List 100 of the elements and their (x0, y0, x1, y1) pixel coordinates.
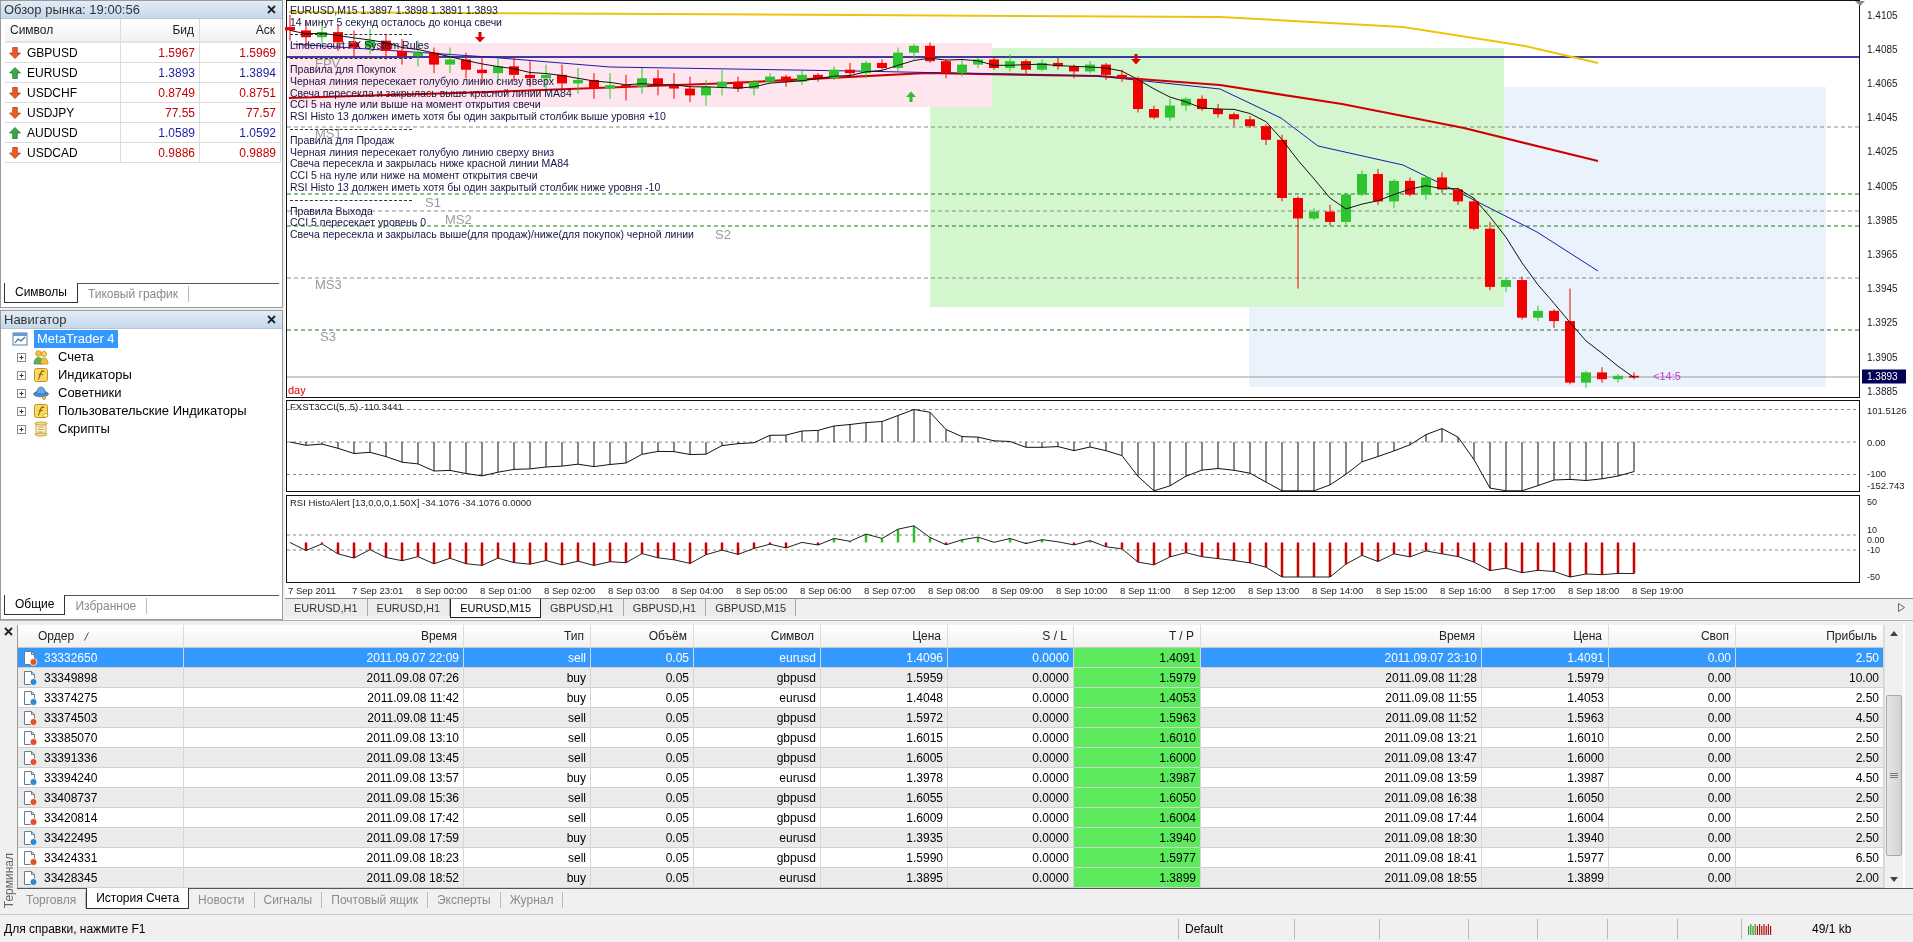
panel-tab[interactable]: История Счета (86, 888, 190, 909)
chart-tab[interactable]: GBPUSD,H1 (623, 599, 707, 616)
symbol-name[interactable]: USDJPY (27, 105, 75, 120)
table-row[interactable]: 33374275 2011.09.08 11:42 buy 0.05 eurusd 1.4048 0.0000 1.4053 2011.09.08 11:55 1.4053 0.00 2.50 (18, 688, 1884, 708)
falling-candle (557, 64, 567, 91)
table-row[interactable]: 33394240 2011.09.08 13:57 buy 0.05 eurusd 1.3978 0.0000 1.3987 2011.09.08 13:59 1.3987 0.00 4.50 (18, 768, 1884, 788)
symbol-name[interactable]: EURUSD (27, 65, 78, 80)
expand-icon[interactable] (17, 388, 26, 398)
falling-candle (621, 74, 631, 101)
column-header[interactable]: Время (1201, 625, 1482, 648)
people-icon (33, 349, 49, 365)
close-icon[interactable] (267, 5, 276, 14)
column-header[interactable]: Время (184, 625, 464, 648)
document-icon (22, 669, 38, 686)
column-header[interactable]: Аск (200, 19, 281, 43)
take-profit: 1.4091 (1074, 648, 1201, 668)
status-profile: Default (1185, 921, 1224, 936)
table-row[interactable]: 33349898 2011.09.08 07:26 buy 0.05 gbpusd 1.5959 0.0000 1.5979 2011.09.08 11:28 1.5979 0.00 10.00 (18, 668, 1884, 688)
panel-tab[interactable]: Символы (4, 283, 78, 303)
order-number: 33391336 (44, 750, 98, 765)
falling-candle (1069, 64, 1079, 79)
rising-candle (1421, 175, 1431, 201)
column-header[interactable]: Прибыль (1736, 625, 1884, 648)
tree-item[interactable]: Индикаторы (55, 366, 135, 384)
column-header[interactable]: Символ (5, 19, 121, 43)
rising-candle (605, 72, 615, 100)
tree-item[interactable]: Скрипты (55, 420, 113, 438)
panel-title: Терминал (1, 852, 16, 908)
level-label: MS3 (315, 277, 342, 292)
chart-tab[interactable]: EURUSD,M15 (450, 599, 542, 618)
scrollbar-track[interactable] (1884, 625, 1903, 888)
table-row[interactable]: 33391336 2011.09.08 13:45 sell 0.05 gbpusd 1.6005 0.0000 1.6000 2011.09.08 13:47 1.6000 0.00 2.50 (18, 748, 1884, 768)
expand-icon[interactable] (17, 370, 26, 380)
expand-icon[interactable] (17, 352, 26, 362)
table-row[interactable]: 33408737 2011.09.08 15:36 sell 0.05 gbpusd 1.6055 0.0000 1.6050 2011.09.08 16:38 1.6050 0.00 2.50 (18, 788, 1884, 808)
close-icon[interactable] (267, 315, 276, 324)
document-icon (22, 809, 38, 826)
chart-note: Свеча пересекла и закрылась ниже красной линии MA84 (290, 158, 569, 171)
table-row[interactable]: 33422495 2011.09.08 17:59 buy 0.05 eurusd 1.3935 0.0000 1.3940 2011.09.08 18:30 1.3940 0.00 2.50 (18, 828, 1884, 848)
falling-candle (1229, 111, 1239, 127)
falling-candle (685, 76, 695, 103)
take-profit: 1.5977 (1074, 848, 1201, 868)
table-row[interactable]: 33420814 2011.09.08 17:42 sell 0.05 gbpusd 1.6009 0.0000 1.6004 2011.09.08 17:44 1.6004 0.00 2.50 (18, 808, 1884, 828)
falling-candle (589, 72, 599, 100)
symbol-name[interactable]: USDCAD (27, 145, 78, 160)
bid-price: 1.3893 (121, 63, 200, 83)
panel-tab[interactable]: Общие (4, 595, 66, 615)
tree-item[interactable]: Пользовательские Индикаторы (55, 402, 250, 420)
table-row[interactable]: 33424331 2011.09.08 18:23 sell 0.05 gbpusd 1.5990 0.0000 1.5977 2011.09.08 18:41 1.5977 0.00 6.50 (18, 848, 1884, 868)
symbol-name[interactable]: USDCHF (27, 85, 77, 100)
up-arrow-icon (906, 91, 916, 102)
column-header[interactable]: Цена (821, 625, 948, 648)
symbol-name[interactable]: GBPUSD (27, 45, 78, 60)
table-row[interactable]: 33428345 2011.09.08 18:52 buy 0.05 eurusd 1.3895 0.0000 1.3899 2011.09.08 18:55 1.3899 0.00 2.00 (18, 868, 1884, 888)
chart-note: RSI Histo 13 должен иметь хотя бы один закрытый столбик ниже уровня -10 (290, 181, 661, 194)
take-profit: 1.3987 (1074, 768, 1201, 788)
symbol-name[interactable]: AUDUSD (27, 125, 78, 140)
order-number: 33428345 (44, 870, 98, 885)
rising-candle (957, 58, 967, 78)
bid-price: 0.8749 (121, 83, 200, 103)
table-row[interactable]: 33385070 2011.09.08 13:10 sell 0.05 gbpusd 1.6015 0.0000 1.6010 2011.09.08 13:21 1.6010 0.00 2.50 (18, 728, 1884, 748)
panel-tab[interactable]: Избранное (65, 598, 148, 614)
column-header[interactable]: Ордер (18, 625, 184, 648)
column-header[interactable]: Тип (464, 625, 591, 648)
tab-scroll-icon[interactable] (1898, 603, 1905, 612)
column-header[interactable]: Цена (1482, 625, 1609, 648)
column-header[interactable]: T / P (1074, 625, 1201, 648)
chart-shift-icon[interactable] (1855, 1, 1865, 6)
tree-item[interactable]: Советники (55, 384, 125, 402)
close-icon[interactable] (4, 627, 13, 636)
column-header[interactable]: Бид (121, 19, 200, 43)
expand-icon[interactable] (17, 424, 26, 434)
chart-tab[interactable]: EURUSD,H1 (367, 599, 451, 616)
column-header[interactable]: Объём (591, 625, 694, 648)
falling-candle (941, 58, 951, 79)
column-header[interactable]: Символ (694, 625, 821, 648)
down-arrow-icon (1131, 54, 1141, 65)
document-icon (22, 709, 38, 726)
rising-candle (829, 65, 839, 81)
falling-candle (1517, 276, 1527, 320)
table-row[interactable]: 33332650 2011.09.07 22:09 sell 0.05 eurusd 1.4096 0.0000 1.4091 2011.09.07 23:10 1.4091 0.00 2.50 (18, 648, 1884, 668)
expand-icon[interactable] (17, 406, 26, 416)
document-icon (22, 829, 38, 846)
time-label: 8 Sep 18:00 (1568, 585, 1620, 596)
falling-candle (1149, 105, 1159, 120)
column-header[interactable]: Своп (1609, 625, 1736, 648)
table-row[interactable]: 33374503 2011.09.08 11:45 sell 0.05 gbpusd 1.5972 0.0000 1.5963 2011.09.08 11:52 1.5963 0.00 4.50 (18, 708, 1884, 728)
document-icon (22, 789, 38, 806)
chart-tab[interactable]: GBPUSD,M15 (706, 599, 797, 616)
tree-item[interactable]: Счета (55, 348, 97, 366)
rising-candle (573, 67, 583, 95)
falling-candle (1437, 171, 1447, 194)
column-header[interactable]: S / L (948, 625, 1074, 648)
chart-tab[interactable]: EURUSD,H1 (285, 599, 368, 616)
chart-tab[interactable]: GBPUSD,H1 (541, 599, 624, 616)
level-label: S2 (715, 227, 731, 242)
ask-price: 1.5969 (200, 43, 281, 63)
scrollbar-thumb[interactable] (1886, 695, 1902, 856)
panel-tab[interactable]: Тиковый график (77, 286, 190, 302)
falling-candle (1485, 221, 1495, 291)
